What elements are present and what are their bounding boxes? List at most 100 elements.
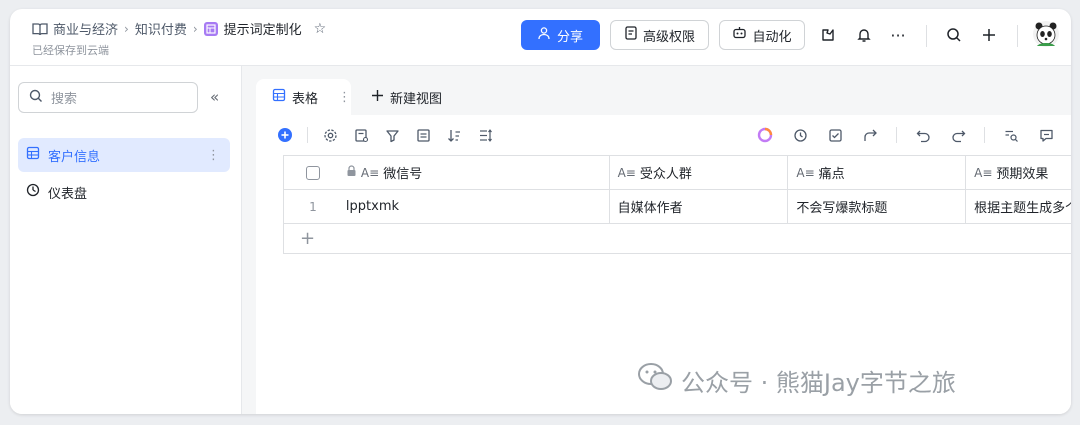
table-cell[interactable]: 不会写爆款标题 xyxy=(788,190,967,223)
user-add-icon xyxy=(538,26,552,44)
text-field-icon: A≡ xyxy=(796,165,815,180)
sort-icon[interactable] xyxy=(445,126,463,144)
search-icon xyxy=(29,89,43,107)
sidebar-item-label: 仪表盘 xyxy=(48,186,88,202)
grid-table-icon xyxy=(26,146,40,164)
find-icon[interactable] xyxy=(1002,126,1020,144)
column-header-label: 受众人群 xyxy=(639,167,692,182)
divider xyxy=(1017,25,1018,47)
sidebar-item-dashboard[interactable]: 仪表盘 xyxy=(18,175,230,209)
cell-text: 根据主题生成多个 xyxy=(974,201,1071,216)
search-icon[interactable] xyxy=(942,23,966,47)
column-header-label: 痛点 xyxy=(818,167,845,182)
column-header[interactable]: A≡ 痛点 xyxy=(788,156,967,189)
divider xyxy=(984,127,985,143)
star-icon[interactable]: ☆ xyxy=(314,21,327,37)
redo-icon[interactable] xyxy=(949,126,967,144)
share-label: 分享 xyxy=(556,29,583,45)
lock-icon xyxy=(346,164,357,181)
table-header-row: A≡ 微信号 A≡ 受众人群 A≡ 痛点 A≡ 预期效果 xyxy=(284,156,1071,190)
breadcrumb: 商业与经济 › 知识付费 › 提示词定制化 ☆ xyxy=(32,19,326,38)
text-field-icon: A≡ xyxy=(617,165,636,180)
view-tabs: 表格 ⋮ 新建视图 xyxy=(256,79,442,115)
breadcrumb-item[interactable]: 知识付费 xyxy=(135,19,187,38)
row-number-cell: 1 xyxy=(284,190,342,223)
cell-text: 自媒体作者 xyxy=(617,201,683,216)
settings-icon[interactable] xyxy=(321,126,339,144)
chevron-right-icon: › xyxy=(124,21,129,36)
share-button[interactable]: 分享 xyxy=(521,20,600,50)
view-toolbar xyxy=(276,126,494,144)
document-title[interactable]: 提示词定制化 xyxy=(224,19,302,38)
sidebar: 搜索 « 客户信息 ⋮ 仪表盘 xyxy=(10,66,242,414)
share-view-icon[interactable] xyxy=(861,126,879,144)
divider xyxy=(896,127,897,143)
row-height-icon[interactable] xyxy=(476,126,494,144)
plus-icon[interactable] xyxy=(977,23,1001,47)
filter-icon[interactable] xyxy=(383,126,401,144)
column-header-label: 微信号 xyxy=(383,167,423,182)
app-window: 商业与经济 › 知识付费 › 提示词定制化 ☆ 已经保存到云端 分享 高级权限 xyxy=(10,9,1071,414)
group-icon[interactable] xyxy=(414,126,432,144)
tab-label: 表格 xyxy=(292,91,319,107)
automation-label: 自动化 xyxy=(752,29,792,45)
robot-icon xyxy=(732,26,747,44)
search-placeholder: 搜索 xyxy=(51,92,78,107)
advanced-permission-button[interactable]: 高级权限 xyxy=(610,20,709,50)
chevron-right-icon: › xyxy=(192,21,198,36)
column-header[interactable]: A≡ 预期效果 xyxy=(966,156,1071,189)
book-icon xyxy=(32,22,48,36)
more-vertical-icon[interactable]: ⋮ xyxy=(207,148,220,163)
column-header[interactable]: A≡ 受众人群 xyxy=(610,156,789,189)
view-toolbar-right xyxy=(756,126,1055,144)
data-grid: A≡ 微信号 A≡ 受众人群 A≡ 痛点 A≡ 预期效果 1 lpptxmk 自… xyxy=(283,155,1071,254)
dashboard-icon xyxy=(26,183,40,201)
permission-doc-icon xyxy=(624,26,638,44)
history-icon[interactable] xyxy=(791,126,809,144)
wechat-icon xyxy=(637,362,673,398)
plugin-icon[interactable] xyxy=(816,23,840,47)
plus-icon xyxy=(371,89,384,106)
base-doc-icon xyxy=(203,21,218,36)
top-header: 商业与经济 › 知识付费 › 提示词定制化 ☆ 已经保存到云端 分享 高级权限 xyxy=(10,9,1071,66)
new-view-label: 新建视图 xyxy=(390,91,443,107)
sidebar-item-label: 客户信息 xyxy=(48,149,101,165)
permission-label: 高级权限 xyxy=(642,29,695,45)
more-icon[interactable]: ··· xyxy=(886,23,910,47)
select-all-cell xyxy=(284,156,342,189)
form-icon[interactable] xyxy=(826,126,844,144)
table-icon xyxy=(272,88,286,106)
cell-text: lpptxmk xyxy=(345,199,400,214)
field-config-icon[interactable] xyxy=(352,126,370,144)
save-status: 已经保存到云端 xyxy=(32,44,109,57)
add-row-button[interactable]: + xyxy=(284,224,1071,254)
table-cell[interactable]: lpptxmk xyxy=(342,190,610,223)
tab-table-view[interactable]: 表格 ⋮ xyxy=(256,79,351,115)
breadcrumb-item[interactable]: 商业与经济 xyxy=(53,19,118,38)
column-header[interactable]: A≡ 微信号 xyxy=(342,156,610,189)
text-field-icon: A≡ xyxy=(974,165,993,180)
comment-icon[interactable] xyxy=(1037,126,1055,144)
ai-assistant-icon[interactable] xyxy=(756,126,774,144)
bell-icon[interactable] xyxy=(852,23,876,47)
row-number: 1 xyxy=(309,199,317,214)
undo-icon[interactable] xyxy=(914,126,932,144)
table-row[interactable]: 1 lpptxmk 自媒体作者 不会写爆款标题 根据主题生成多个 xyxy=(284,190,1071,224)
more-vertical-icon[interactable]: ⋮ xyxy=(338,90,351,105)
cell-text: 不会写爆款标题 xyxy=(796,201,888,216)
add-record-icon[interactable] xyxy=(276,126,294,144)
collapse-sidebar-icon[interactable]: « xyxy=(210,88,219,106)
search-input[interactable]: 搜索 xyxy=(18,82,198,113)
column-header-label: 预期效果 xyxy=(996,167,1049,182)
divider xyxy=(307,127,308,143)
text-field-icon: A≡ xyxy=(360,165,380,180)
watermark: 公众号 · 熊猫Jay字节之旅 xyxy=(637,362,956,398)
automation-button[interactable]: 自动化 xyxy=(719,20,805,50)
new-view-button[interactable]: 新建视图 xyxy=(351,79,442,115)
sidebar-item-customer-info[interactable]: 客户信息 ⋮ xyxy=(18,138,230,172)
watermark-text: 公众号 · 熊猫Jay字节之旅 xyxy=(681,368,956,397)
select-all-checkbox[interactable] xyxy=(305,165,320,180)
table-cell[interactable]: 自媒体作者 xyxy=(610,190,789,223)
avatar[interactable] xyxy=(1032,20,1060,48)
table-cell[interactable]: 根据主题生成多个 xyxy=(966,190,1071,223)
